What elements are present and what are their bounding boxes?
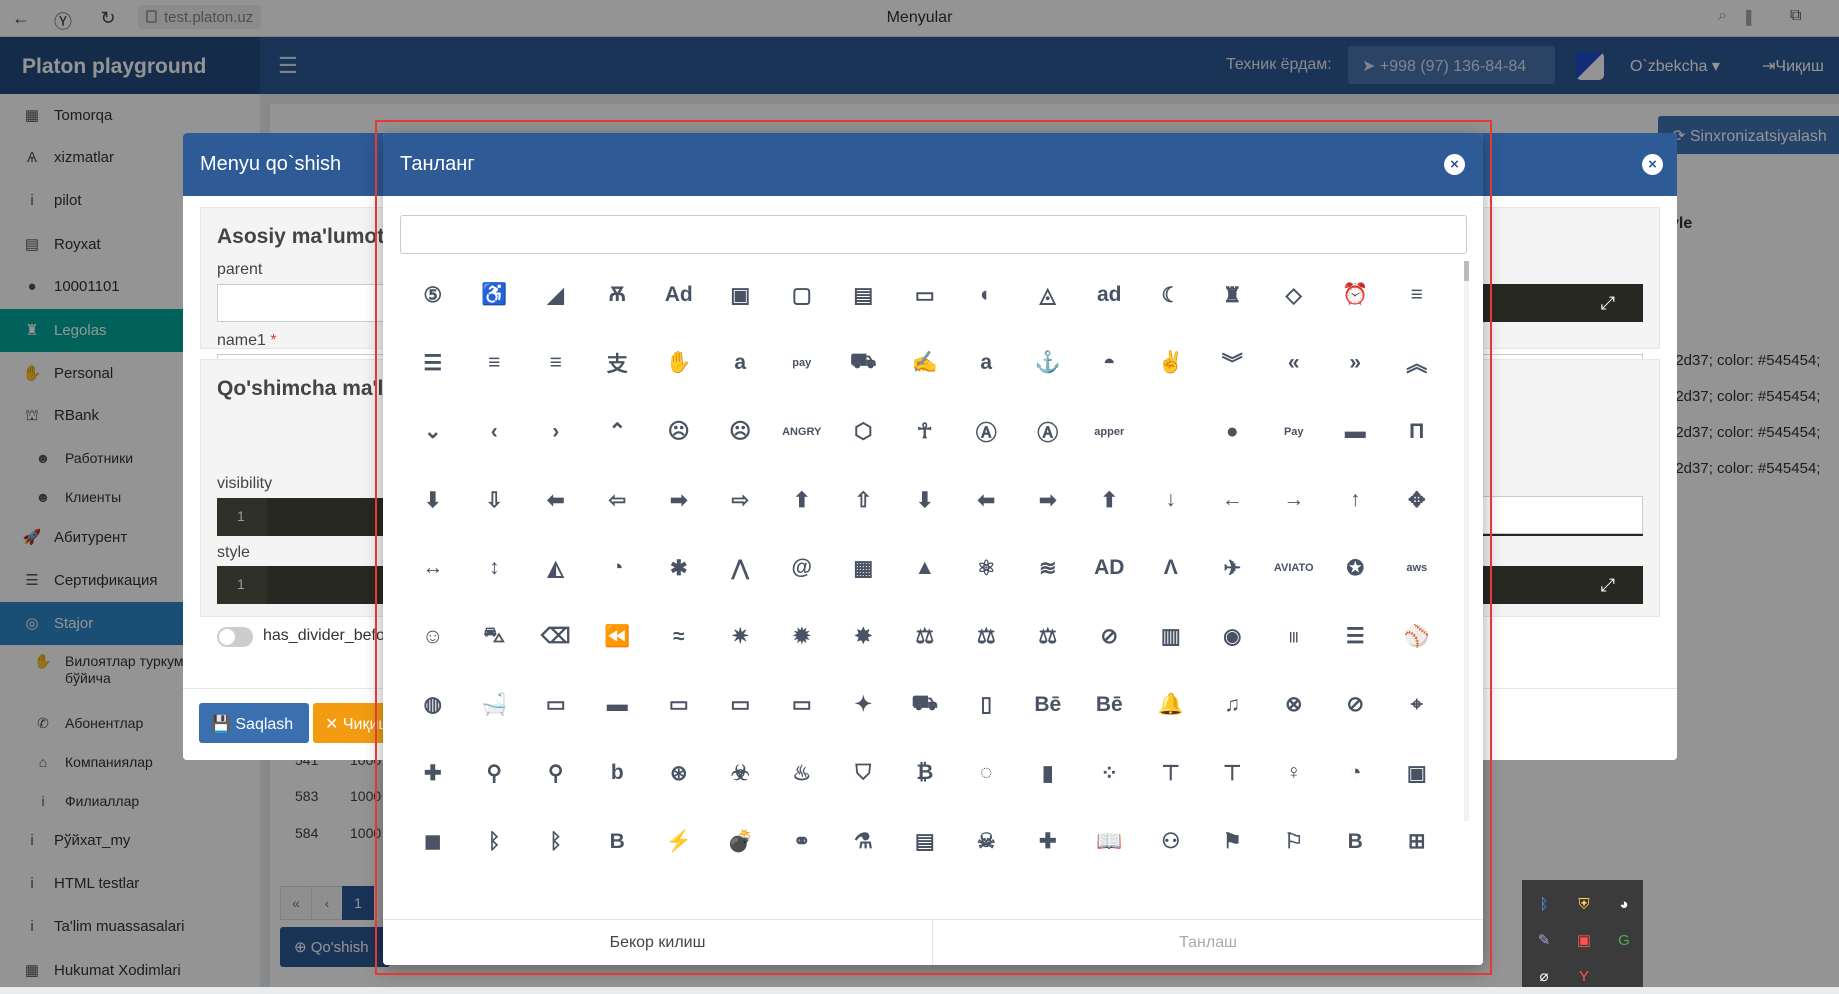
yandex-icon[interactable]: Y bbox=[1564, 958, 1604, 994]
shield-icon[interactable]: ⛨ bbox=[1564, 886, 1604, 922]
system-tray: ᛒ ⛨ ◕ ✎ ▣ G ⌀ Y bbox=[1522, 880, 1643, 987]
style-label: style bbox=[217, 544, 250, 561]
wifi-off-icon[interactable]: ⌀ bbox=[1524, 958, 1564, 994]
save-button[interactable]: 💾 Saqlash bbox=[199, 703, 309, 743]
has-divider-toggle[interactable] bbox=[217, 627, 253, 647]
pen-icon[interactable]: ✎ bbox=[1524, 922, 1564, 958]
expand-icon[interactable]: ⤢ bbox=[1601, 293, 1615, 314]
close-icon[interactable]: × bbox=[1642, 154, 1663, 175]
highlight-frame bbox=[375, 120, 1492, 975]
parent-label: parent bbox=[217, 261, 263, 278]
bluetooth-icon[interactable]: ᛒ bbox=[1524, 886, 1564, 922]
visibility-label: visibility bbox=[217, 475, 273, 492]
name1-label: name1 * bbox=[217, 332, 277, 349]
sync-icon[interactable]: ◕ bbox=[1604, 886, 1644, 922]
close-icon: ✕ bbox=[325, 716, 343, 733]
g-icon[interactable]: G bbox=[1604, 922, 1644, 958]
expand-icon[interactable]: ⤢ bbox=[1601, 575, 1615, 596]
empty-slot bbox=[1604, 958, 1644, 994]
video-icon[interactable]: ▣ bbox=[1564, 922, 1604, 958]
save-icon: 💾 bbox=[211, 716, 236, 733]
